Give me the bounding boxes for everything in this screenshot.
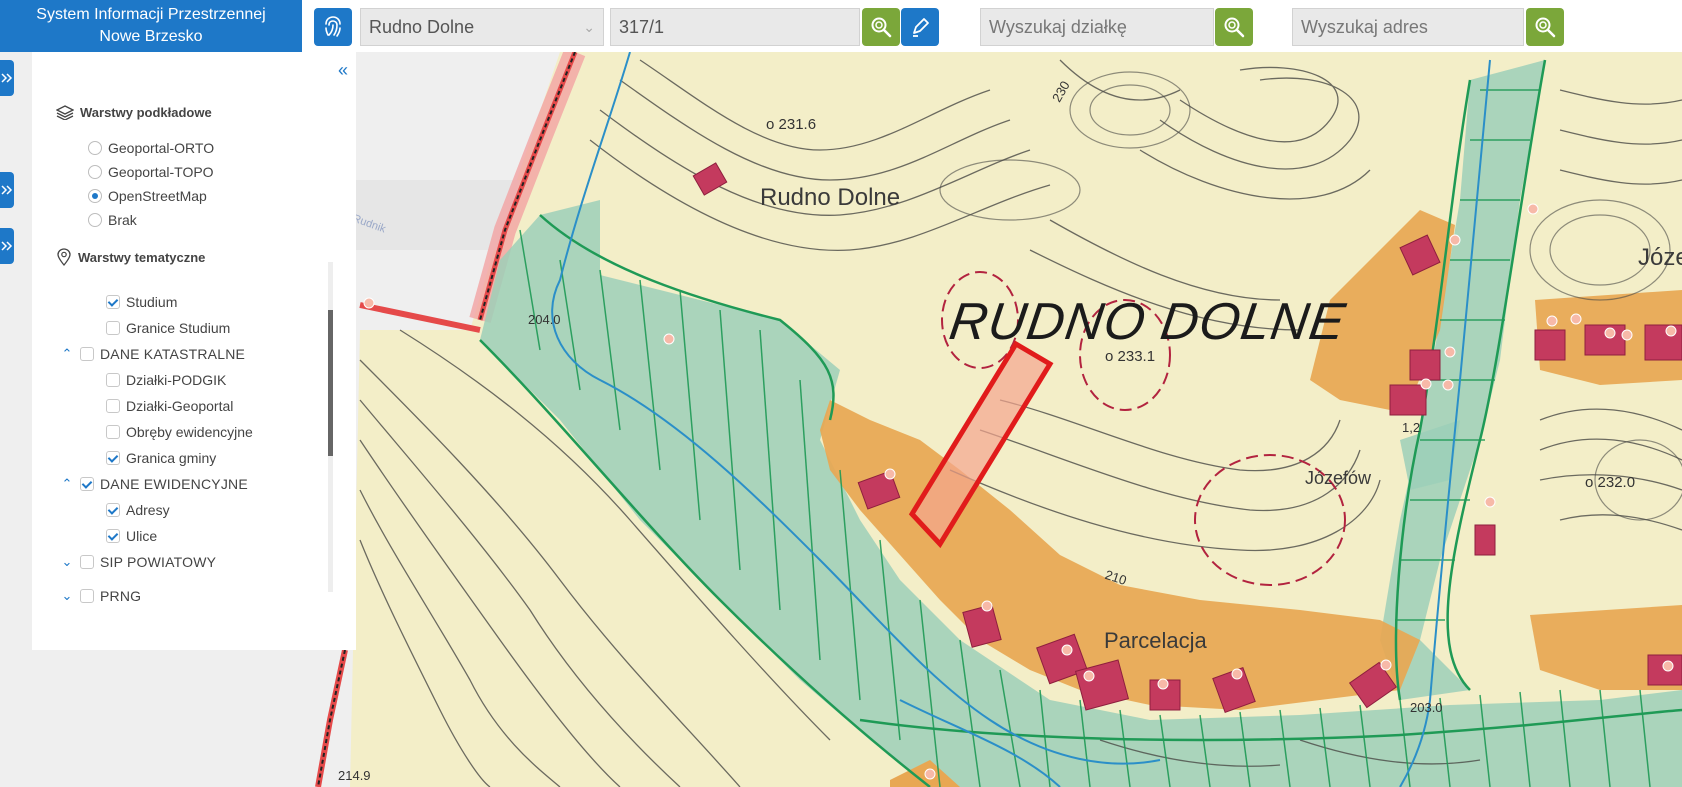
fingerprint-icon: [325, 16, 341, 37]
checkbox[interactable]: [80, 347, 94, 361]
checkbox[interactable]: [80, 555, 94, 569]
base-layers-heading: Warstwy podkładowe: [56, 104, 212, 120]
map-pin-icon: [56, 248, 72, 266]
layers-icon: [56, 104, 74, 120]
map-label-h2149: 214.9: [338, 768, 371, 783]
chevron-up-icon[interactable]: ⌃: [58, 476, 76, 492]
double-chevron-left-icon: «: [337, 60, 348, 80]
magnifier-icon: [1535, 17, 1556, 38]
collapse-panel-button[interactable]: «: [338, 60, 348, 81]
map-label-village-small: Rudno Dolne: [760, 184, 901, 211]
radio-button[interactable]: [88, 141, 102, 155]
magnifier-icon: [1224, 17, 1245, 38]
map-label-h2030: 203.0: [1410, 700, 1443, 715]
layer-dzialki-geoportal[interactable]: Działki-Geoportal: [106, 396, 233, 416]
double-chevron-right-icon: [1, 73, 13, 83]
address-search-field[interactable]: Wyszukaj adres: [1292, 8, 1524, 46]
radio-button[interactable]: [88, 165, 102, 179]
checkbox-checked[interactable]: [106, 451, 120, 465]
checkbox[interactable]: [106, 425, 120, 439]
chevron-up-icon[interactable]: ⌃: [58, 346, 76, 362]
map-label-h2040: 204.0: [528, 312, 561, 327]
map-label-h2320: o 232.0: [1585, 474, 1636, 491]
map-label-jozefow: Józefów: [1305, 468, 1372, 488]
parcel-search-button[interactable]: [862, 8, 900, 46]
expand-panel-button-2[interactable]: [0, 172, 14, 208]
map-label-parcelacja: Parcelacja: [1104, 628, 1207, 653]
chevron-down-icon[interactable]: ⌄: [58, 588, 76, 604]
radio-button-selected[interactable]: [88, 189, 102, 203]
checkbox-checked[interactable]: [106, 529, 120, 543]
map-label-jozef-cut: Józe: [1638, 244, 1682, 271]
layer-ulice[interactable]: Ulice: [106, 526, 157, 546]
group-prng[interactable]: ⌄ PRNG: [58, 586, 142, 606]
base-layer-none[interactable]: Brak: [88, 210, 137, 230]
panel-scrollbar-thumb[interactable]: [328, 310, 333, 456]
base-layer-osm[interactable]: OpenStreetMap: [88, 186, 207, 206]
parcel-search-submit-button[interactable]: [1215, 8, 1253, 46]
group-sip-powiatowy[interactable]: ⌄ SIP POWIATOWY: [58, 552, 216, 572]
chevron-down-icon: ⌄: [583, 19, 595, 35]
layer-adresy[interactable]: Adresy: [106, 500, 170, 520]
layers-panel: « Warstwy podkładowe Geoportal-ORTO Geop…: [32, 52, 356, 650]
expand-panel-button-3[interactable]: [0, 228, 14, 264]
edit-button[interactable]: [901, 8, 939, 46]
layer-obreby[interactable]: Obręby ewidencyjne: [106, 422, 253, 442]
expand-panel-button-1[interactable]: [0, 60, 14, 96]
base-layer-topo[interactable]: Geoportal-TOPO: [88, 162, 214, 182]
map-label-c12: 1,2: [1402, 420, 1421, 435]
parcel-number-input[interactable]: 317/1: [610, 8, 860, 46]
double-chevron-right-icon: [1, 241, 13, 251]
checkbox-checked[interactable]: [106, 295, 120, 309]
address-search-button[interactable]: [1526, 8, 1564, 46]
magnifier-icon: [871, 17, 892, 38]
layer-dzialki-podgik[interactable]: Działki-PODGIK: [106, 370, 226, 390]
layer-granica-gminy[interactable]: Granica gminy: [106, 448, 216, 468]
layer-granice-studium[interactable]: Granice Studium: [106, 318, 230, 338]
checkbox[interactable]: [80, 589, 94, 603]
map-label-h2316: o 231.6: [766, 116, 817, 133]
app-title-line2: Nowe Brzesko: [99, 28, 203, 45]
checkbox[interactable]: [106, 399, 120, 413]
app-title-line1: System Informacji Przestrzennej: [36, 6, 266, 23]
precinct-select-value: Rudno Dolne: [369, 17, 475, 37]
checkbox-checked[interactable]: [80, 477, 94, 491]
parcel-search-field[interactable]: Wyszukaj działkę: [980, 8, 1214, 46]
app-title: System Informacji Przestrzennej Nowe Brz…: [0, 0, 302, 52]
checkbox-checked[interactable]: [106, 503, 120, 517]
top-toolbar: System Informacji Przestrzennej Nowe Brz…: [0, 0, 1682, 52]
locate-button[interactable]: [314, 8, 352, 46]
map-label-h2331: o 233.1: [1105, 348, 1156, 365]
chevron-down-icon[interactable]: ⌄: [58, 554, 76, 570]
double-chevron-right-icon: [1, 185, 13, 195]
checkbox[interactable]: [106, 373, 120, 387]
layer-studium[interactable]: Studium: [106, 292, 177, 312]
thematic-layers-heading: Warstwy tematyczne: [56, 248, 205, 266]
radio-button[interactable]: [88, 213, 102, 227]
group-dane-ewidencyjne[interactable]: ⌃ DANE EWIDENCYJNE: [58, 474, 248, 494]
precinct-select[interactable]: Rudno Dolne ⌄: [360, 8, 604, 46]
checkbox[interactable]: [106, 321, 120, 335]
map-label-village: RUDNO DOLNE: [945, 293, 1350, 351]
pen-icon: [913, 18, 929, 37]
base-layer-orto[interactable]: Geoportal-ORTO: [88, 138, 214, 158]
group-dane-katastralne[interactable]: ⌃ DANE KATASTRALNE: [58, 344, 245, 364]
